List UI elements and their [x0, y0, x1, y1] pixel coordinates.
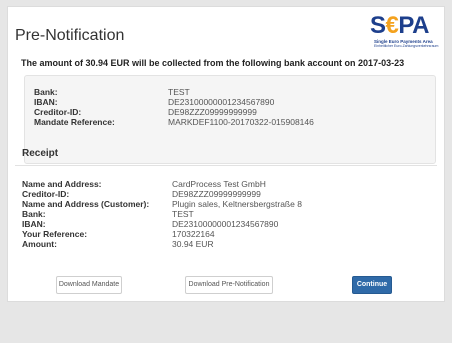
receipt-name-address-label: Name and Address:	[22, 179, 102, 189]
receipt-bank-label: Bank:	[22, 209, 46, 219]
bank-value: TEST	[168, 87, 190, 97]
receipt-iban-value: DE23100000001234567890	[172, 219, 279, 229]
receipt-heading: Receipt	[22, 148, 59, 159]
creditor-id-value: DE98ZZZ09999999999	[168, 107, 257, 117]
creditor-id-label: Creditor-ID:	[34, 107, 82, 117]
receipt-creditor-id-label: Creditor-ID:	[22, 189, 70, 199]
receipt-customer-value: Plugin sales, Keltnersbergstraße 8	[172, 199, 302, 209]
iban-value: DE23100000001234567890	[168, 97, 275, 107]
continue-button[interactable]: Continue	[352, 276, 392, 294]
sepa-logo-wordmark: S€PA	[370, 12, 429, 39]
receipt-iban-label: IBAN:	[22, 219, 46, 229]
receipt-bank-value: TEST	[172, 209, 194, 219]
mandate-reference-label: Mandate Reference:	[34, 117, 115, 127]
bank-label: Bank:	[34, 87, 58, 97]
receipt-divider	[15, 165, 437, 166]
download-mandate-button[interactable]: Download Mandate	[56, 276, 122, 294]
receipt-reference-value: 170322164	[172, 229, 215, 239]
collection-amount: 30.94 EUR	[85, 58, 130, 68]
sepa-logo-tagline-de: Einheitlicher Euro-Zahlungsverkehrsraum	[374, 44, 439, 48]
receipt-name-address-value: CardProcess Test GmbH	[172, 179, 266, 189]
page-title: Pre-Notification	[15, 27, 125, 44]
iban-label: IBAN:	[34, 97, 58, 107]
sepa-logo: S€PA Single Euro Payments Area Einheitli…	[370, 12, 442, 49]
receipt-creditor-id-value: DE98ZZZ09999999999	[172, 189, 261, 199]
mandate-reference-value: MARKDEF1100-20170322-015908146	[168, 117, 314, 127]
receipt-reference-label: Your Reference:	[22, 229, 88, 239]
download-prenotification-button[interactable]: Download Pre-Notification	[185, 276, 273, 294]
collection-notice: The amount of 30.94 EUR will be collecte…	[21, 58, 405, 68]
receipt-customer-label: Name and Address (Customer):	[22, 199, 150, 209]
receipt-amount-value: 30.94 EUR	[172, 239, 214, 249]
receipt-amount-label: Amount:	[22, 239, 57, 249]
